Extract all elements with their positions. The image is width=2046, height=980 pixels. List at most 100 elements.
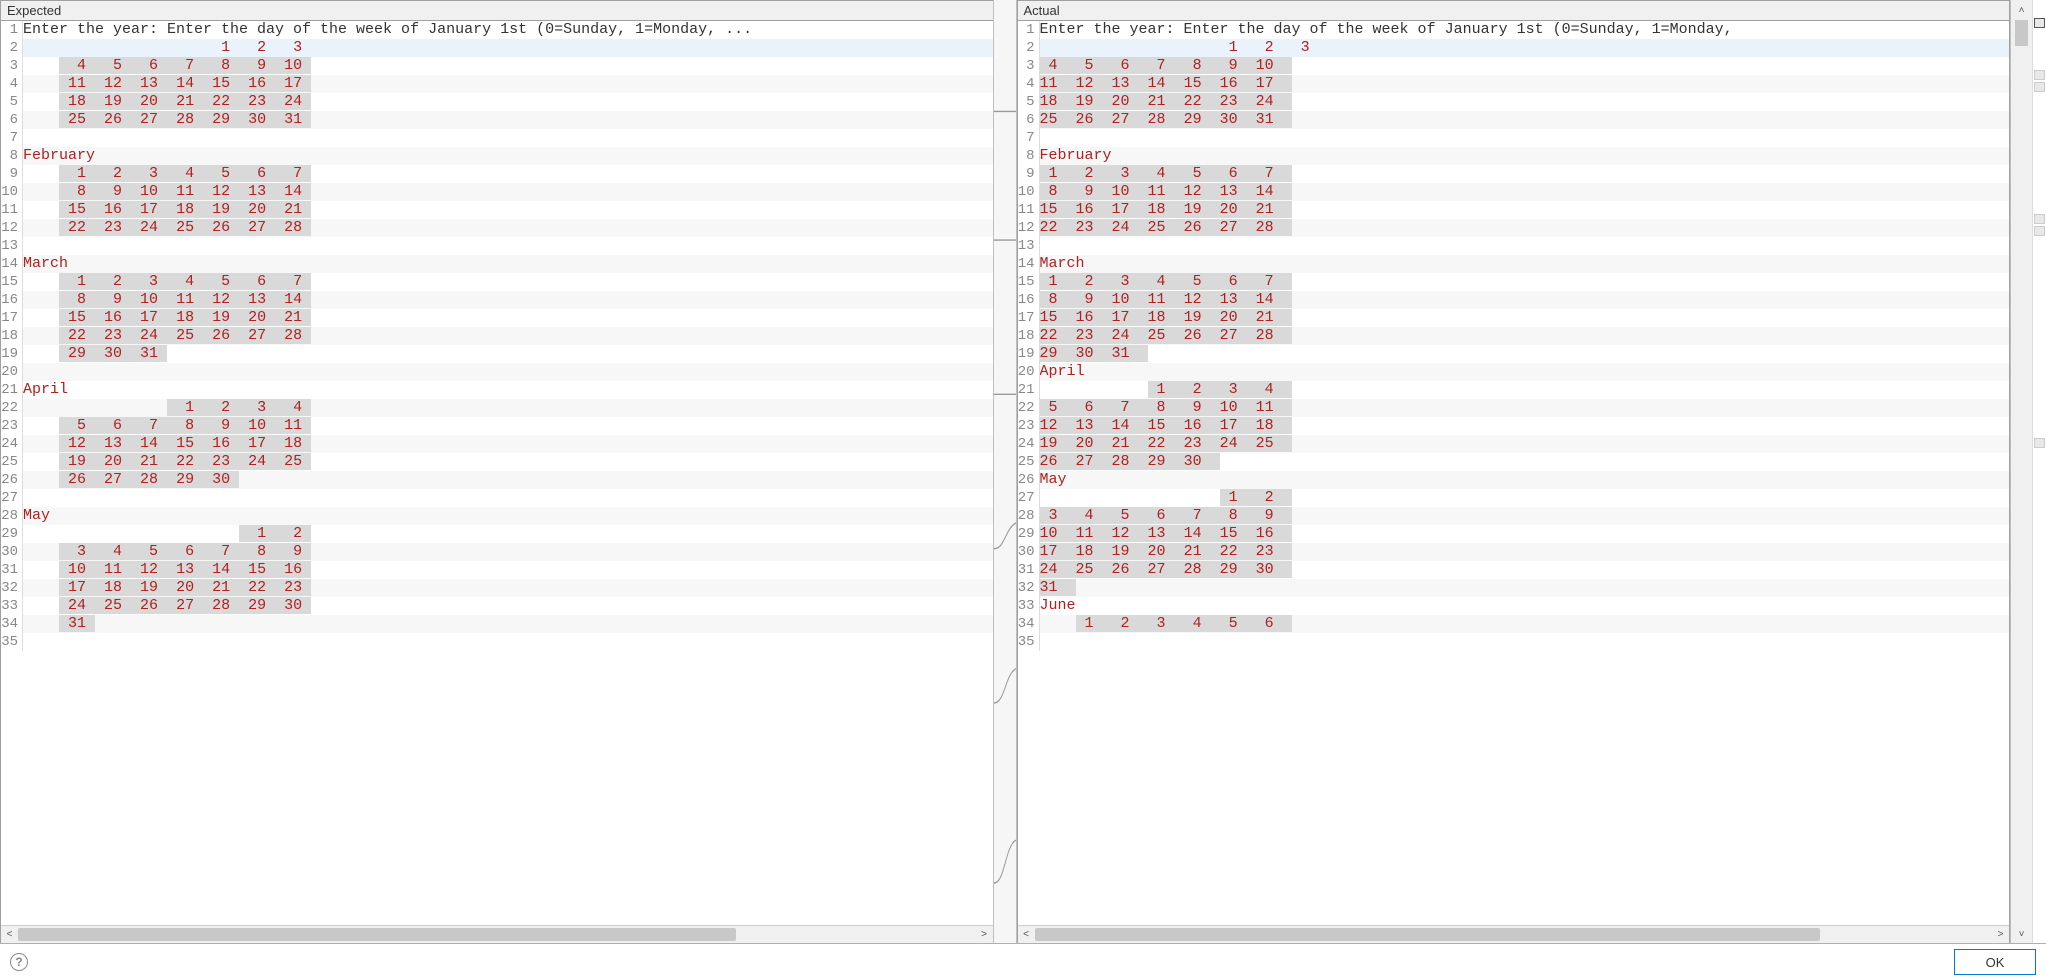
code-row[interactable]: 32 17 18 19 20 21 22 23 — [1, 579, 993, 597]
code-row[interactable]: 8February — [1018, 147, 2010, 165]
code-row[interactable]: 27 — [1, 489, 993, 507]
code-row[interactable]: 518 19 20 21 22 23 24 — [1018, 93, 2010, 111]
code-row[interactable]: 15 1 2 3 4 5 6 7 — [1018, 273, 2010, 291]
code-row[interactable]: 10 8 9 10 11 12 13 14 — [1, 183, 993, 201]
code-row[interactable]: 3 4 5 6 7 8 9 10 — [1, 57, 993, 75]
code-row[interactable]: 12 22 23 24 25 26 27 28 — [1, 219, 993, 237]
diff-minimap[interactable] — [2032, 0, 2046, 943]
code-row[interactable]: 17 15 16 17 18 19 20 21 — [1, 309, 993, 327]
line-number: 25 — [1, 453, 23, 471]
code-row[interactable]: 9 1 2 3 4 5 6 7 — [1018, 165, 2010, 183]
code-row[interactable]: 2 1 2 3 — [1, 39, 993, 57]
code-row[interactable]: 16 8 9 10 11 12 13 14 — [1018, 291, 2010, 309]
help-icon[interactable]: ? — [10, 953, 28, 971]
code-row[interactable]: 33June — [1018, 597, 2010, 615]
code-row[interactable]: 3124 25 26 27 28 29 30 — [1018, 561, 2010, 579]
code-row[interactable]: 7 — [1, 129, 993, 147]
code-row[interactable]: 35 — [1, 633, 993, 651]
line-content: 22 23 24 25 26 27 28 — [23, 219, 993, 237]
code-row[interactable]: 16 8 9 10 11 12 13 14 — [1, 291, 993, 309]
line-number: 32 — [1, 579, 23, 597]
code-row[interactable]: 1222 23 24 25 26 27 28 — [1018, 219, 2010, 237]
ok-button[interactable]: OK — [1954, 949, 2036, 975]
code-row[interactable]: 5 18 19 20 21 22 23 24 — [1, 93, 993, 111]
code-row[interactable]: 2419 20 21 22 23 24 25 — [1018, 435, 2010, 453]
actual-hscroll[interactable]: < > — [1018, 925, 2010, 942]
line-content: 22 23 24 25 26 27 28 — [1040, 219, 2010, 237]
code-row[interactable]: 35 — [1018, 633, 2010, 651]
code-row[interactable]: 411 12 13 14 15 16 17 — [1018, 75, 2010, 93]
code-row[interactable]: 28May — [1, 507, 993, 525]
code-row[interactable]: 13 — [1, 237, 993, 255]
code-row[interactable]: 1Enter the year: Enter the day of the we… — [1018, 21, 2010, 39]
code-row[interactable]: 34 31 — [1, 615, 993, 633]
vertical-scrollbar[interactable]: ˄ ˅ — [2010, 0, 2032, 943]
code-row[interactable]: 4 11 12 13 14 15 16 17 — [1, 75, 993, 93]
scroll-up-icon[interactable]: ˄ — [2013, 2, 2030, 19]
code-row[interactable]: 1115 16 17 18 19 20 21 — [1018, 201, 2010, 219]
code-row[interactable]: 2312 13 14 15 16 17 18 — [1018, 417, 2010, 435]
code-row[interactable]: 26May — [1018, 471, 2010, 489]
actual-code[interactable]: 1Enter the year: Enter the day of the we… — [1018, 21, 2010, 925]
line-content: 31 — [1040, 579, 2010, 597]
code-row[interactable]: 31 10 11 12 13 14 15 16 — [1, 561, 993, 579]
scroll-left-icon[interactable]: < — [1, 926, 18, 943]
scroll-down-icon[interactable]: ˅ — [2013, 926, 2030, 943]
code-row[interactable]: 25 19 20 21 22 23 24 25 — [1, 453, 993, 471]
code-row[interactable]: 7 — [1018, 129, 2010, 147]
code-row[interactable]: 9 1 2 3 4 5 6 7 — [1, 165, 993, 183]
scroll-left-icon[interactable]: < — [1018, 926, 1035, 943]
line-content — [1040, 633, 2010, 651]
code-row[interactable]: 22 1 2 3 4 — [1, 399, 993, 417]
code-row[interactable]: 6 25 26 27 28 29 30 31 — [1, 111, 993, 129]
code-row[interactable]: 8February — [1, 147, 993, 165]
code-row[interactable]: 14March — [1, 255, 993, 273]
code-row[interactable]: 27 1 2 — [1018, 489, 2010, 507]
line-content: 1 2 3 4 5 6 7 — [23, 273, 993, 291]
code-row[interactable]: 21April — [1, 381, 993, 399]
scroll-thumb[interactable] — [2015, 20, 2028, 46]
code-row[interactable]: 15 1 2 3 4 5 6 7 — [1, 273, 993, 291]
line-number: 35 — [1, 633, 23, 651]
code-row[interactable]: 1Enter the year: Enter the day of the we… — [1, 21, 993, 39]
code-row[interactable]: 30 3 4 5 6 7 8 9 — [1, 543, 993, 561]
code-row[interactable]: 22 5 6 7 8 9 10 11 — [1018, 399, 2010, 417]
diff-divider[interactable] — [993, 0, 1017, 943]
scroll-right-icon[interactable]: > — [1992, 926, 2009, 943]
code-row[interactable]: 14March — [1018, 255, 2010, 273]
expected-pane: Expected 1Enter the year: Enter the day … — [0, 0, 993, 943]
code-row[interactable]: 2 1 2 3 — [1018, 39, 2010, 57]
expected-hscroll[interactable]: < > — [1, 925, 993, 942]
line-content: 1 2 3 4 5 6 7 — [23, 165, 993, 183]
code-row[interactable]: 10 8 9 10 11 12 13 14 — [1018, 183, 2010, 201]
code-row[interactable]: 18 22 23 24 25 26 27 28 — [1, 327, 993, 345]
code-row[interactable]: 20April — [1018, 363, 2010, 381]
code-row[interactable]: 1929 30 31 — [1018, 345, 2010, 363]
code-row[interactable]: 29 1 2 — [1, 525, 993, 543]
code-row[interactable]: 625 26 27 28 29 30 31 — [1018, 111, 2010, 129]
code-row[interactable]: 11 15 16 17 18 19 20 21 — [1, 201, 993, 219]
code-row[interactable]: 33 24 25 26 27 28 29 30 — [1, 597, 993, 615]
code-row[interactable]: 19 29 30 31 — [1, 345, 993, 363]
scroll-right-icon[interactable]: > — [976, 926, 993, 943]
code-row[interactable]: 2526 27 28 29 30 — [1018, 453, 2010, 471]
code-row[interactable]: 3231 — [1018, 579, 2010, 597]
code-row[interactable]: 2910 11 12 13 14 15 16 — [1018, 525, 2010, 543]
code-row[interactable]: 13 — [1018, 237, 2010, 255]
line-content: February — [1040, 147, 2010, 165]
expected-code[interactable]: 1Enter the year: Enter the day of the we… — [1, 21, 993, 925]
code-row[interactable]: 3017 18 19 20 21 22 23 — [1018, 543, 2010, 561]
line-number: 2 — [1, 39, 23, 57]
code-row[interactable]: 3 4 5 6 7 8 9 10 — [1018, 57, 2010, 75]
code-row[interactable]: 23 5 6 7 8 9 10 11 — [1, 417, 993, 435]
code-row[interactable]: 28 3 4 5 6 7 8 9 — [1018, 507, 2010, 525]
code-row[interactable]: 24 12 13 14 15 16 17 18 — [1, 435, 993, 453]
line-content: 1 2 3 — [23, 39, 993, 57]
code-row[interactable]: 1822 23 24 25 26 27 28 — [1018, 327, 2010, 345]
line-number: 3 — [1, 57, 23, 75]
code-row[interactable]: 26 26 27 28 29 30 — [1, 471, 993, 489]
code-row[interactable]: 21 1 2 3 4 — [1018, 381, 2010, 399]
code-row[interactable]: 34 1 2 3 4 5 6 — [1018, 615, 2010, 633]
code-row[interactable]: 1715 16 17 18 19 20 21 — [1018, 309, 2010, 327]
code-row[interactable]: 20 — [1, 363, 993, 381]
